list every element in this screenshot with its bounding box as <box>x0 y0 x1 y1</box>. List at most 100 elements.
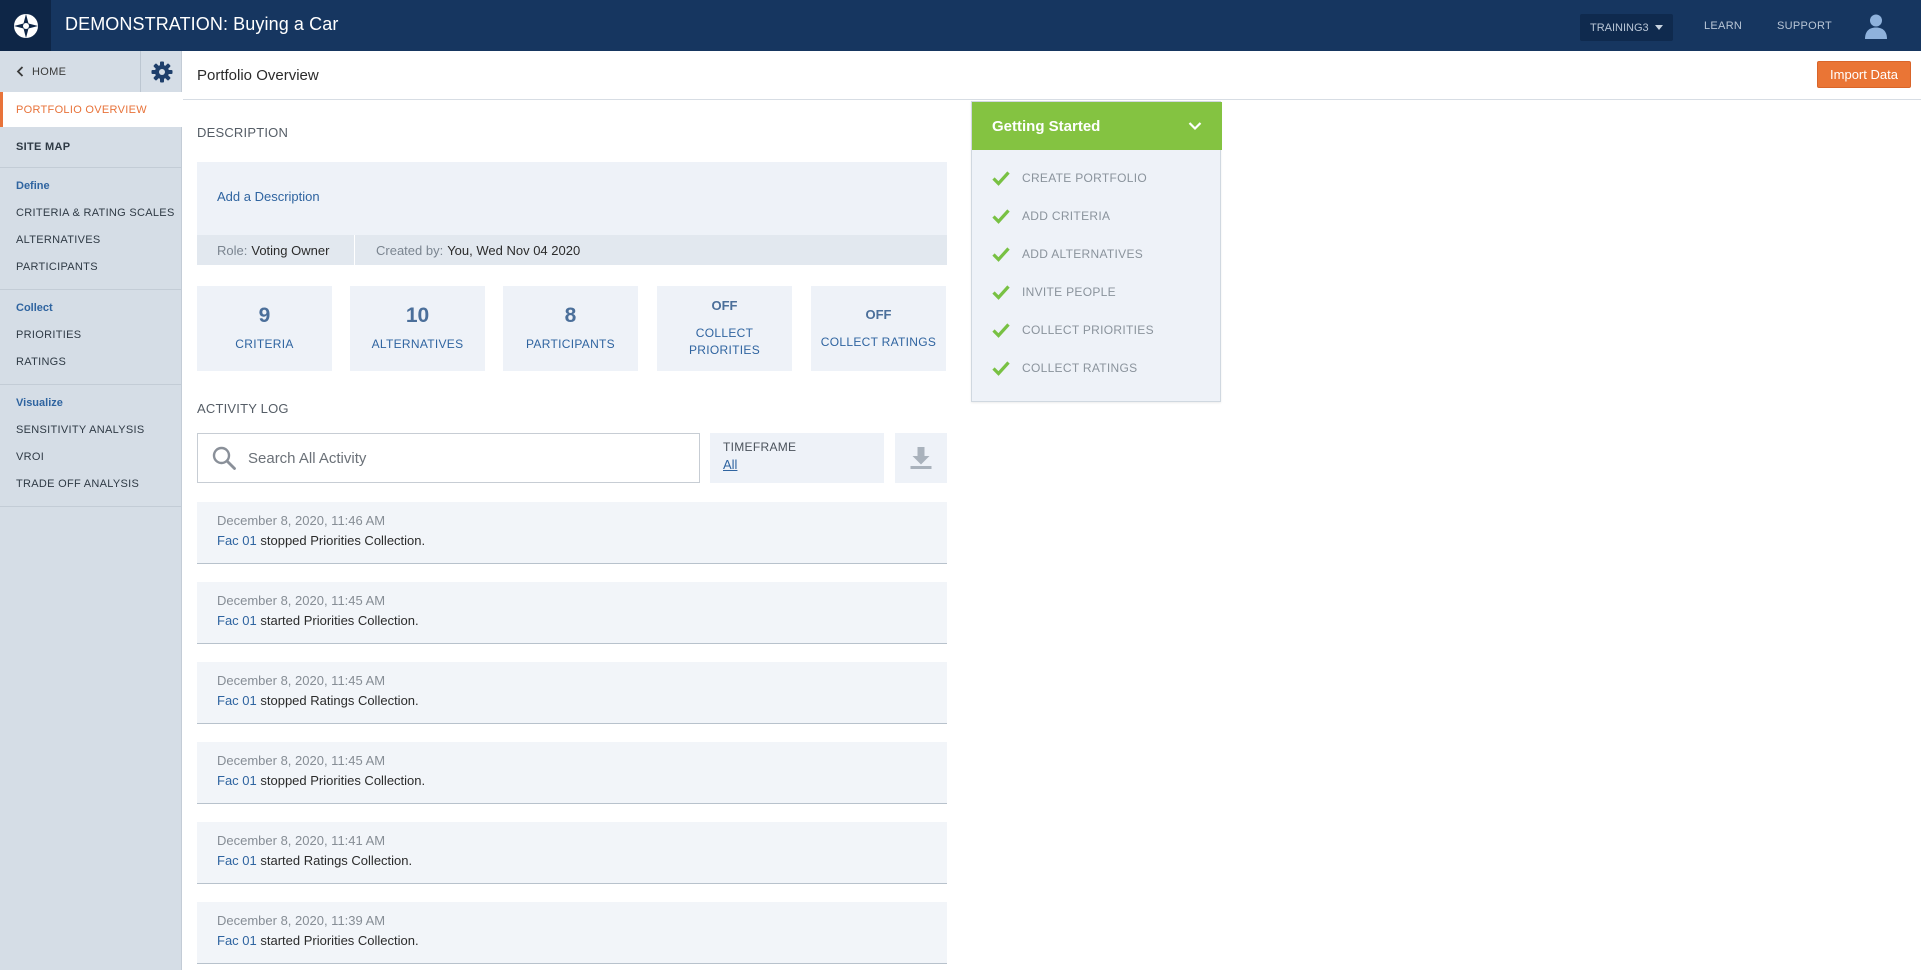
header-divider <box>183 99 1921 100</box>
entry-actor-link[interactable]: Fac 01 <box>217 853 257 868</box>
caret-down-icon <box>1654 25 1663 30</box>
step-label: ADD CRITERIA <box>1022 209 1111 223</box>
stat-participants[interactable]: 8 PARTICIPANTS <box>503 286 638 371</box>
entry-text: Fac 01 started Priorities Collection. <box>217 613 419 628</box>
stat-collect-priorities[interactable]: OFF COLLECT PRIORITIES <box>657 286 792 371</box>
check-icon <box>992 323 1010 338</box>
step-label: CREATE PORTFOLIO <box>1022 171 1148 185</box>
search-icon <box>212 446 236 470</box>
getting-started-panel: Getting Started CREATE PORTFOLIO ADD CRI… <box>971 101 1222 402</box>
step-add-alternatives[interactable]: ADD ALTERNATIVES <box>992 244 1143 264</box>
step-label: INVITE PEOPLE <box>1022 285 1116 299</box>
sidebar-section-visualize: Visualize <box>16 397 63 409</box>
stat-alternatives[interactable]: 10 ALTERNATIVES <box>350 286 485 371</box>
stat-label: ALTERNATIVES <box>371 337 464 351</box>
learn-link[interactable]: LEARN <box>1704 20 1742 32</box>
check-icon <box>992 209 1010 224</box>
entry-date: December 8, 2020, 11:39 AM <box>217 913 386 928</box>
activity-search-input[interactable]: Search All Activity <box>197 433 700 483</box>
activity-entry: December 8, 2020, 11:45 AM Fac 01 stoppe… <box>197 742 947 804</box>
entry-text: Fac 01 started Priorities Collection. <box>217 933 419 948</box>
stat-label: COLLECT PRIORITIES <box>689 325 760 359</box>
tenant-label: TRAINING3 <box>1590 21 1649 34</box>
entry-actor-link[interactable]: Fac 01 <box>217 613 257 628</box>
timeframe-label: TIMEFRAME <box>723 440 797 454</box>
sidebar-item-portfolio-overview[interactable]: PORTFOLIO OVERVIEW <box>0 92 182 127</box>
entry-text: Fac 01 stopped Priorities Collection. <box>217 773 425 788</box>
page-title: Portfolio Overview <box>197 67 319 84</box>
role-info: Role: Voting Owner <box>217 235 329 265</box>
stat-label-line: COLLECT <box>695 326 754 340</box>
meta-divider <box>354 235 355 265</box>
add-description-link[interactable]: Add a Description <box>217 189 320 204</box>
entry-text: Fac 01 stopped Priorities Collection. <box>217 533 425 548</box>
gear-icon <box>151 61 172 82</box>
settings-button[interactable] <box>140 51 182 92</box>
activity-entry: December 8, 2020, 11:45 AM Fac 01 starte… <box>197 582 947 644</box>
app-title: DEMONSTRATION: Buying a Car <box>65 14 339 34</box>
download-icon <box>910 447 932 469</box>
entry-action: started Priorities Collection. <box>260 613 419 628</box>
entry-date: December 8, 2020, 11:41 AM <box>217 833 386 848</box>
entry-text: Fac 01 started Ratings Collection. <box>217 853 412 868</box>
role-key: Role: <box>217 242 248 258</box>
sidebar-item-site-map[interactable]: SITE MAP <box>16 141 70 153</box>
created-key: Created by: <box>376 242 444 258</box>
home-link[interactable]: HOME <box>0 51 140 92</box>
step-collect-ratings[interactable]: COLLECT RATINGS <box>992 358 1137 378</box>
import-data-button[interactable]: Import Data <box>1817 61 1911 88</box>
support-link[interactable]: SUPPORT <box>1777 20 1832 32</box>
stat-value: 9 <box>258 304 271 327</box>
check-icon <box>992 361 1010 376</box>
user-avatar-icon[interactable] <box>1864 13 1888 39</box>
entry-action: stopped Ratings Collection. <box>260 693 419 708</box>
sidebar-divider <box>0 289 182 290</box>
stat-collect-ratings[interactable]: OFF COLLECT RATINGS <box>811 286 946 371</box>
logo-icon <box>13 13 38 38</box>
chevron-left-icon <box>16 66 24 77</box>
top-bar: DEMONSTRATION: Buying a Car TRAINING3 LE… <box>0 0 1921 51</box>
entry-action: stopped Priorities Collection. <box>260 773 426 788</box>
entry-actor-link[interactable]: Fac 01 <box>217 933 257 948</box>
stat-value: 10 <box>405 304 430 327</box>
entry-date: December 8, 2020, 11:45 AM <box>217 753 386 768</box>
description-box: Add a Description <box>197 162 947 235</box>
sidebar-item-criteria-rating-scales[interactable]: CRITERIA & RATING SCALES <box>16 207 175 219</box>
tenant-dropdown[interactable]: TRAINING3 <box>1580 14 1673 41</box>
stat-value: OFF <box>711 298 738 313</box>
sidebar-divider <box>0 506 182 507</box>
activity-entry: December 8, 2020, 11:45 AM Fac 01 stoppe… <box>197 662 947 724</box>
step-invite-people[interactable]: INVITE PEOPLE <box>992 282 1116 302</box>
search-placeholder: Search All Activity <box>248 449 367 467</box>
sidebar-item-participants[interactable]: PARTICIPANTS <box>16 261 98 273</box>
step-label: COLLECT RATINGS <box>1022 361 1138 375</box>
sidebar-item-alternatives[interactable]: ALTERNATIVES <box>16 234 101 246</box>
stat-criteria[interactable]: 9 CRITERIA <box>197 286 332 371</box>
stat-value: OFF <box>865 306 892 322</box>
sidebar-item-priorities[interactable]: PRIORITIES <box>16 329 81 341</box>
step-collect-priorities[interactable]: COLLECT PRIORITIES <box>992 320 1154 340</box>
activity-entry: December 8, 2020, 11:41 AM Fac 01 starte… <box>197 822 947 884</box>
entry-actor-link[interactable]: Fac 01 <box>217 773 257 788</box>
download-button[interactable] <box>895 433 947 483</box>
entry-actor-link[interactable]: Fac 01 <box>217 533 257 548</box>
stat-label: COLLECT RATINGS <box>820 334 937 349</box>
timeframe-value-link[interactable]: All <box>723 457 871 472</box>
step-create-portfolio[interactable]: CREATE PORTFOLIO <box>992 168 1147 188</box>
sidebar-item-sensitivity-analysis[interactable]: SENSITIVITY ANALYSIS <box>16 424 144 436</box>
entry-date: December 8, 2020, 11:45 AM <box>217 673 386 688</box>
sidebar-item-vroi[interactable]: VROI <box>16 451 44 463</box>
home-label: HOME <box>32 65 67 78</box>
check-icon <box>992 247 1010 262</box>
sidebar-item-trade-off-analysis[interactable]: TRADE OFF ANALYSIS <box>16 478 139 490</box>
entry-text: Fac 01 stopped Ratings Collection. <box>217 693 419 708</box>
activity-entry: December 8, 2020, 11:39 AM Fac 01 starte… <box>197 902 947 964</box>
step-add-criteria[interactable]: ADD CRITERIA <box>992 206 1110 226</box>
description-heading: DESCRIPTION <box>197 125 289 140</box>
sidebar-item-ratings[interactable]: RATINGS <box>16 356 66 368</box>
entry-date: December 8, 2020, 11:46 AM <box>217 513 386 528</box>
getting-started-header[interactable]: Getting Started <box>972 102 1222 150</box>
stat-value: 8 <box>564 304 577 327</box>
entry-actor-link[interactable]: Fac 01 <box>217 693 257 708</box>
app-logo[interactable] <box>0 0 51 51</box>
